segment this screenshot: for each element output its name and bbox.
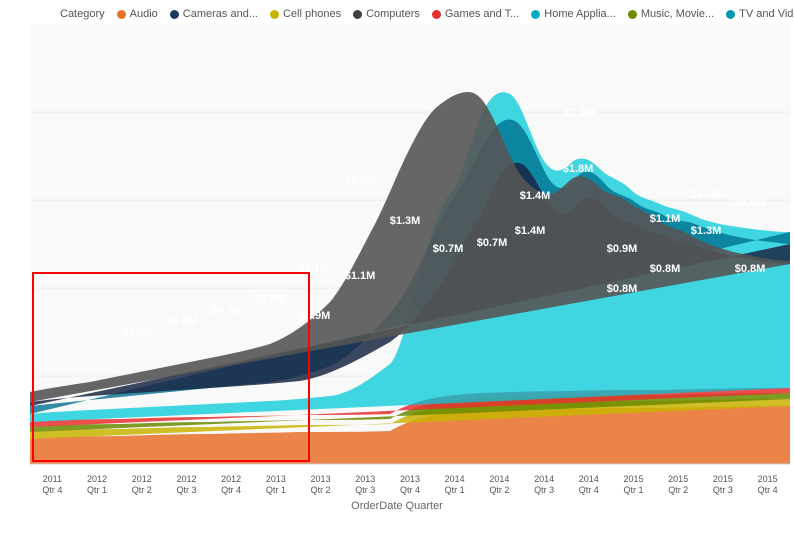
chart-area: $1.0M $1.0M $0.7M $0.9M $1.1M $2.3M $1.3… [0,24,794,514]
legend-item-label: Home Applia... [544,8,616,20]
x-tick: 2015Qtr 4 [745,474,790,496]
legend-item-label: Audio [130,8,158,20]
legend-color-dot [432,10,441,19]
legend-color-dot [726,10,735,19]
svg-text:$0.8M: $0.8M [607,283,638,295]
legend-title: Category [60,8,105,20]
legend-item-label: Computers [366,8,420,20]
svg-text:$1.0M: $1.0M [123,327,154,339]
svg-text:$0.7M: $0.7M [477,237,508,249]
x-tick: 2012Qtr 4 [209,474,254,496]
svg-text:$1.0M: $1.0M [167,315,198,327]
svg-text:$1.3M: $1.3M [691,225,722,237]
legend-item: Audio [117,8,158,20]
x-tick: 2013Qtr 2 [298,474,343,496]
svg-text:$1.4M: $1.4M [520,190,551,202]
svg-text:$1.3M: $1.3M [691,188,722,200]
legend-item-label: Games and T... [445,8,519,20]
x-tick: 2015Qtr 1 [611,474,656,496]
svg-text:$1.8M: $1.8M [563,163,594,175]
svg-text:$0.9M: $0.9M [255,293,286,305]
legend-item: Music, Movie... [628,8,714,20]
x-tick: 2014Qtr 3 [522,474,567,496]
legend-item: Cell phones [270,8,341,20]
x-tick: 2013Qtr 1 [254,474,299,496]
legend-color-dot [353,10,362,19]
legend-color-dot [531,10,540,19]
svg-text:$1.1M: $1.1M [650,213,681,225]
x-tick: 2013Qtr 4 [388,474,433,496]
svg-text:$0.7M: $0.7M [433,243,464,255]
x-tick: 2012Qtr 3 [164,474,209,496]
x-tick: 2014Qtr 2 [477,474,522,496]
x-tick: 2014Qtr 4 [566,474,611,496]
svg-text:$1.4M: $1.4M [515,225,546,237]
x-tick: 2015Qtr 3 [701,474,746,496]
svg-text:$0.8M: $0.8M [735,263,766,275]
legend-color-dot [270,10,279,19]
legend-item: TV and Video [726,8,794,20]
legend-item-label: Cell phones [283,8,341,20]
svg-text:$1.5M: $1.5M [735,197,766,209]
svg-text:$1.3M: $1.3M [390,215,421,227]
x-tick: 2012Qtr 2 [119,474,164,496]
legend-item: Games and T... [432,8,519,20]
legend-color-dot [170,10,179,19]
x-axis-ticks: 2011Qtr 4 2012Qtr 1 2012Qtr 2 2012Qtr 3 … [30,474,790,496]
chart-container: Category Audio Cameras and... Cell phones C… [0,0,794,553]
legend-item-label: TV and Video [739,8,794,20]
x-tick: 2011Qtr 4 [30,474,75,496]
legend-item: Cameras and... [170,8,258,20]
x-tick: 2013Qtr 3 [343,474,388,496]
svg-text:$0.9M: $0.9M [300,310,331,322]
legend-color-dot [628,10,637,19]
main-chart-svg: $1.0M $1.0M $0.7M $0.9M $1.1M $2.3M $1.3… [30,24,790,484]
legend-color-dot [117,10,126,19]
legend-item-label: Cameras and... [183,8,258,20]
svg-text:$1.9M: $1.9M [565,107,596,119]
legend-item-label: Music, Movie... [641,8,714,20]
legend: Category Audio Cameras and... Cell phones C… [0,0,794,24]
svg-text:$0.8M: $0.8M [650,263,681,275]
svg-text:$1.1M: $1.1M [345,270,376,282]
legend-item: Home Applia... [531,8,616,20]
svg-text:$0.9M: $0.9M [607,243,638,255]
x-tick: 2014Qtr 1 [432,474,477,496]
x-axis-label: OrderDate Quarter [351,500,443,512]
svg-text:$0.7M: $0.7M [211,305,242,317]
legend-item: Computers [353,8,420,20]
x-tick: 2015Qtr 2 [656,474,701,496]
svg-text:$1.1M: $1.1M [299,263,330,275]
svg-text:$2.3M: $2.3M [345,175,376,187]
x-tick: 2012Qtr 1 [75,474,120,496]
